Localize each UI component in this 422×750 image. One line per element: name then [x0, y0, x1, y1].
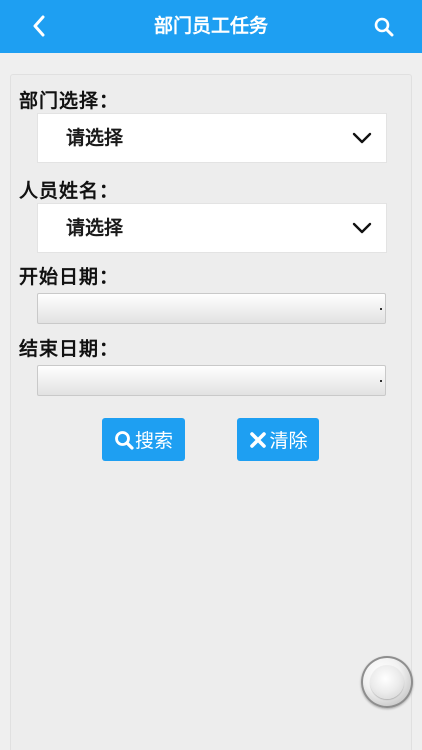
person-label: 人员姓名：: [19, 180, 120, 202]
end-date-input[interactable]: [37, 365, 386, 396]
person-select-value: 请选择: [66, 217, 124, 239]
search-button-label: 搜索: [134, 430, 173, 452]
end-date-label: 结束日期：: [19, 338, 120, 360]
start-date-label: 开始日期：: [19, 266, 120, 288]
close-icon: [250, 431, 267, 448]
date-picker-marker: [380, 308, 382, 310]
page-title: 部门员工任务: [153, 15, 268, 37]
date-picker-marker: [380, 380, 382, 382]
department-select[interactable]: 请选择: [37, 113, 387, 163]
clear-button[interactable]: 清除: [237, 418, 319, 461]
header-search-button[interactable]: [372, 15, 396, 39]
department-label: 部门选择：: [19, 90, 120, 112]
search-icon: [115, 430, 134, 450]
person-select[interactable]: 请选择: [37, 203, 387, 253]
start-date-input[interactable]: [37, 293, 386, 324]
chevron-down-icon: [352, 132, 372, 144]
floating-assistive-button[interactable]: [361, 656, 413, 708]
top-bar: 部门员工任务: [0, 0, 422, 53]
department-select-value: 请选择: [66, 127, 124, 149]
chevron-down-icon: [352, 222, 372, 234]
clear-button-label: 清除: [269, 430, 308, 452]
floating-button-knob: [370, 665, 404, 699]
search-button[interactable]: 搜索: [102, 418, 185, 461]
search-icon: [374, 17, 394, 37]
